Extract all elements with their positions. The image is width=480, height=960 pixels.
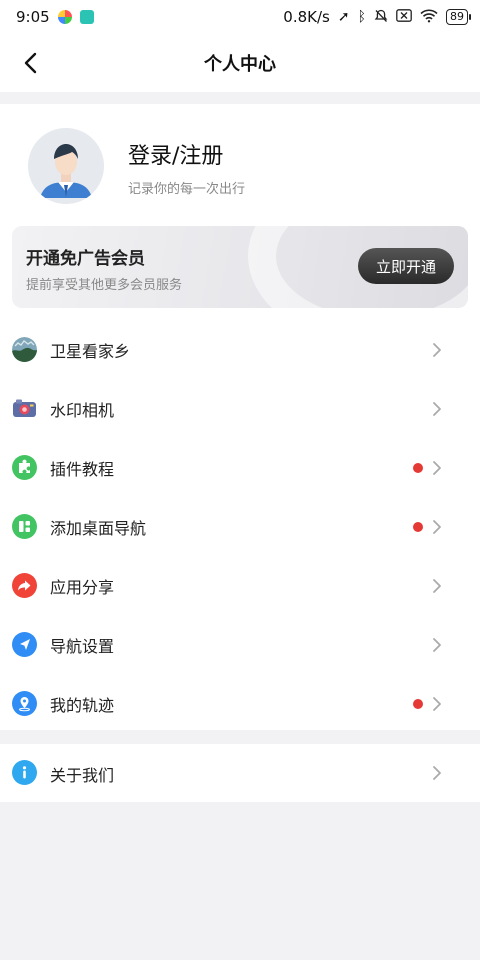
menu-item-about-us[interactable]: 关于我们: [0, 744, 480, 803]
chevron-right-icon: [433, 402, 441, 416]
chevron-right-icon: [433, 638, 441, 652]
menu-item-label: 关于我们: [50, 766, 115, 785]
menu-item-label: 我的轨迹: [50, 696, 115, 715]
notification-dot: [413, 463, 423, 473]
main-card: 登录/注册 记录你的每一次出行 开通免广告会员 提前享受其他更多会员服务 立即开…: [0, 104, 480, 730]
vip-activate-button[interactable]: 立即开通: [358, 248, 454, 284]
header: 个人中心: [0, 34, 480, 92]
profile-subtitle: 记录你的每一次出行: [128, 182, 246, 197]
menu-item-label: 添加桌面导航: [50, 519, 147, 538]
menu-item-label: 插件教程: [50, 460, 115, 479]
sim-x-icon: [396, 9, 412, 25]
page-title: 个人中心: [204, 54, 276, 75]
menu-item-watermark-camera[interactable]: 水印相机: [0, 379, 480, 438]
chevron-right-icon: [433, 520, 441, 534]
about-card: 关于我们: [0, 744, 480, 802]
vip-subtitle: 提前享受其他更多会员服务: [26, 278, 183, 293]
section-divider: [0, 730, 480, 744]
chevron-right-icon: [433, 461, 441, 475]
menu-item-label: 水印相机: [50, 401, 115, 420]
status-left: 9:05: [16, 8, 94, 26]
camera-icon: [12, 396, 37, 421]
menu-item-plugin-tutorial[interactable]: 插件教程: [0, 438, 480, 497]
grid-icon: [12, 514, 37, 539]
app-icon-send: [79, 10, 94, 24]
section-divider: [0, 92, 480, 104]
menu-item-my-track[interactable]: 我的轨迹: [0, 674, 480, 733]
share-icon: [12, 573, 37, 598]
status-time: 9:05: [16, 8, 50, 26]
puzzle-icon: [12, 455, 37, 480]
menu-item-label: 卫星看家乡: [50, 342, 131, 361]
vip-banner[interactable]: 开通免广告会员 提前享受其他更多会员服务 立即开通: [12, 226, 468, 308]
back-button[interactable]: [16, 48, 46, 78]
status-bar: 9:05 0.8K/s ➚ ᛒ 89: [0, 0, 480, 34]
chevron-left-icon: [24, 52, 37, 74]
menu-item-label: 应用分享: [50, 578, 115, 597]
status-right: 0.8K/s ➚ ᛒ 89: [283, 8, 471, 26]
menu-list: 卫星看家乡 水印相机 插件教程 添加桌面导航 应用分享 导航设置 我的轨迹: [0, 320, 480, 733]
chevron-right-icon: [433, 697, 441, 711]
menu-item-app-share[interactable]: 应用分享: [0, 556, 480, 615]
chevron-right-icon: [433, 343, 441, 357]
location-arrow-icon: ➚: [337, 9, 350, 25]
page-background: [0, 802, 480, 960]
net-speed: 0.8K/s: [283, 8, 330, 26]
mute-bell-icon: [374, 9, 388, 26]
menu-item-satellite[interactable]: 卫星看家乡: [0, 320, 480, 379]
location-pin-icon: [12, 691, 37, 716]
chevron-right-icon: [433, 579, 441, 593]
chevron-right-icon: [433, 766, 441, 780]
menu-item-add-desktop-nav[interactable]: 添加桌面导航: [0, 497, 480, 556]
info-icon: [12, 760, 37, 785]
battery-indicator: 89: [446, 9, 471, 25]
satellite-photo-icon: [12, 337, 37, 362]
notification-dot: [413, 699, 423, 709]
notification-dot: [413, 522, 423, 532]
vip-title: 开通免广告会员: [26, 249, 145, 269]
profile-section[interactable]: 登录/注册 记录你的每一次出行: [28, 128, 448, 206]
menu-item-label: 导航设置: [50, 637, 115, 656]
app-icon-colorful: [57, 10, 72, 24]
avatar-man-icon[interactable]: [28, 128, 104, 204]
login-register-link[interactable]: 登录/注册: [128, 138, 223, 170]
menu-item-navigation-settings[interactable]: 导航设置: [0, 615, 480, 674]
wifi-icon: [420, 9, 438, 26]
navigation-icon: [12, 632, 37, 657]
bluetooth-icon: ᛒ: [357, 9, 366, 25]
